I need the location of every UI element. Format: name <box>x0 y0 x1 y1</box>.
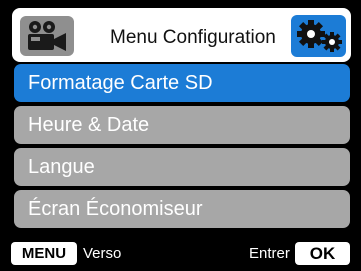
header-bar: Menu Configuration <box>12 8 351 62</box>
menu-item-language[interactable]: Langue <box>14 148 350 186</box>
footer-bar: MENU Verso Entrer OK <box>0 237 361 271</box>
menu-key[interactable]: MENU <box>11 242 77 265</box>
menu-item-screen-saver[interactable]: Écran Économiseur <box>14 190 350 228</box>
menu-item-format-sd[interactable]: Formatage Carte SD <box>14 64 350 102</box>
back-label: Verso <box>83 245 122 262</box>
page-title: Menu Configuration <box>110 27 276 48</box>
video-camera-icon <box>20 16 74 56</box>
menu-screen: Menu Configuration Formatage Carte SD He… <box>0 0 361 271</box>
ok-key[interactable]: OK <box>295 242 350 265</box>
menu-item-time-date[interactable]: Heure & Date <box>14 106 350 144</box>
gears-icon <box>291 15 346 57</box>
enter-label: Entrer <box>249 245 290 262</box>
